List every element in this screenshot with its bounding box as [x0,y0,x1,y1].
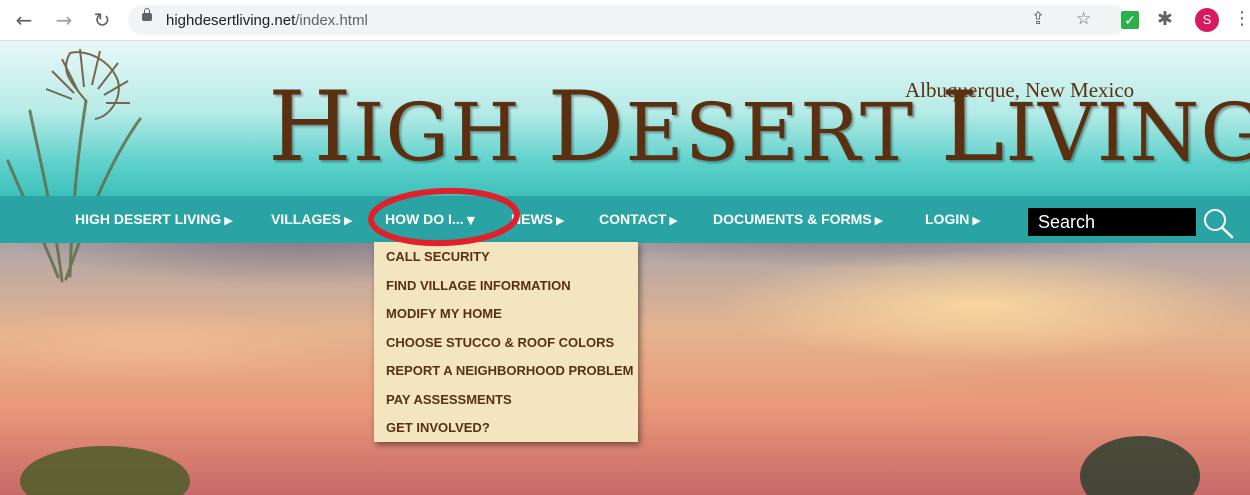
nav-item-documents-forms[interactable]: DOCUMENTS & FORMS ▶ [713,211,883,227]
arrow-right-icon: ▶ [972,214,981,227]
main-navigation: HIGH DESERT LIVING ▶ VILLAGES ▶ HOW DO I..… [0,196,1250,243]
arrow-right-icon: ▶ [669,214,678,227]
nav-item-contact[interactable]: CONTACT ▶ [599,211,678,227]
arrow-right-icon: ▶ [556,214,565,227]
arrow-right-icon: ▶ [224,214,233,227]
kebab-menu-icon[interactable]: ⋮ [1233,8,1250,29]
address-bar[interactable]: highdesertliving.net/index.html ⇪ ☆ [128,5,1128,35]
profile-avatar[interactable]: S [1195,8,1219,32]
web-page: HIGH DESERT LIVING Albuquerque, New Mexi… [0,41,1250,495]
url-text[interactable]: highdesertliving.net/index.html [166,12,368,29]
magnifier-icon[interactable] [1200,206,1234,240]
menu-item-modify-my-home[interactable]: MODIFY MY HOME [386,306,502,321]
arrow-right-icon: ▶ [344,214,353,227]
back-arrow-icon[interactable]: ← [12,8,36,32]
menu-item-report-neighborhood-problem[interactable]: REPORT A NEIGHBORHOOD PROBLEM [386,363,634,378]
puzzle-icon[interactable]: ✱ [1157,8,1173,30]
forward-arrow-icon[interactable]: → [52,8,76,32]
checkmark-extension-icon[interactable]: ✓ [1121,11,1139,29]
menu-item-get-involved[interactable]: GET INVOLVED? [386,420,490,435]
menu-item-pay-assessments[interactable]: PAY ASSESSMENTS [386,392,512,407]
site-location-subtitle: Albuquerque, New Mexico [905,78,1135,102]
nav-item-high-desert-living[interactable]: HIGH DESERT LIVING ▶ [75,211,233,227]
share-icon[interactable]: ⇪ [1031,9,1045,29]
nav-item-login[interactable]: LOGIN ▶ [925,211,981,227]
grass-logo-icon [6,48,142,283]
browser-toolbar: ← → ↻ highdesertliving.net/index.html ⇪ … [0,0,1250,41]
arrow-right-icon: ▶ [874,214,884,227]
how-do-i-dropdown-menu: CALL SECURITY FIND VILLAGE INFORMATION M… [374,242,638,442]
search-input[interactable] [1028,208,1196,236]
star-icon[interactable]: ☆ [1076,9,1091,29]
nav-item-villages[interactable]: VILLAGES ▶ [271,211,352,227]
red-highlight-annotation [368,187,520,247]
tree-right [1080,436,1200,495]
shrub-left [20,446,190,495]
menu-item-find-village-information[interactable]: FIND VILLAGE INFORMATION [386,278,571,293]
menu-item-choose-stucco-roof-colors[interactable]: CHOOSE STUCCO & ROOF COLORS [386,335,614,350]
menu-item-call-security[interactable]: CALL SECURITY [386,249,490,264]
reload-icon[interactable]: ↻ [90,8,114,32]
lock-icon[interactable] [142,8,152,21]
